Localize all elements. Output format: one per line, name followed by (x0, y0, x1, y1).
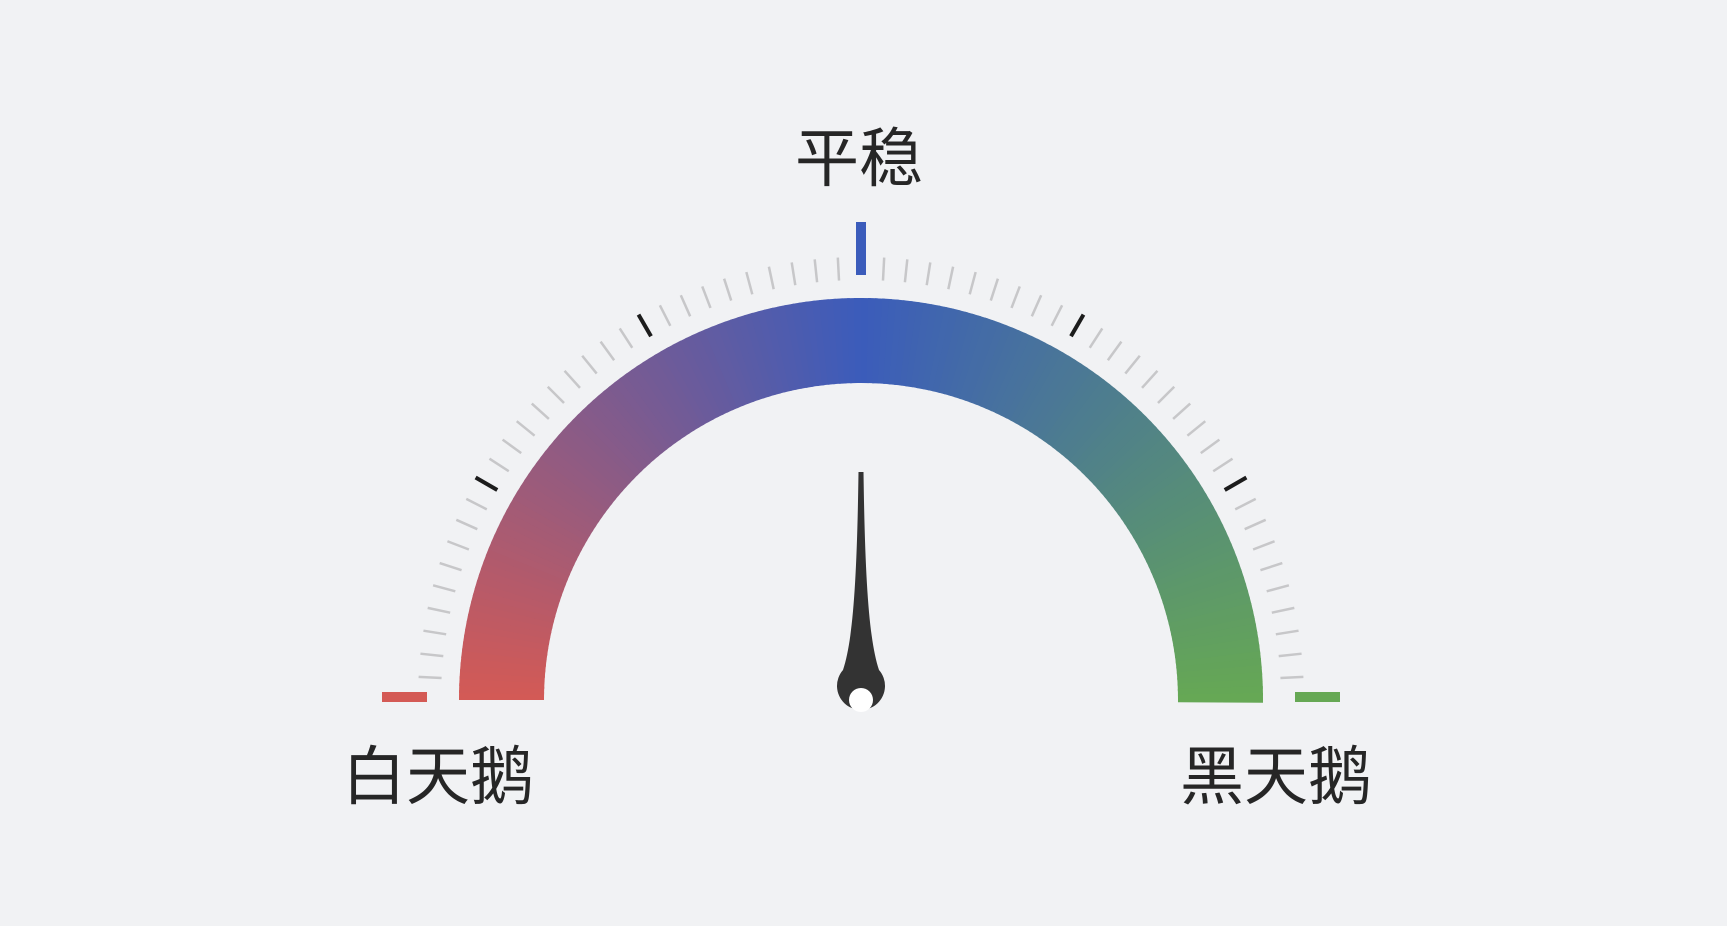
minor-tick (530, 402, 550, 420)
minor-tick (432, 584, 456, 593)
minor-tick (1200, 438, 1221, 455)
minor-tick (1252, 540, 1276, 551)
minor-tick (1234, 497, 1257, 511)
minor-tick (515, 420, 536, 437)
minor-tick (701, 285, 712, 309)
minor-tick (1280, 675, 1304, 680)
minor-tick (1010, 285, 1021, 309)
minor-tick (903, 259, 909, 283)
minor-tick (790, 262, 797, 286)
minor-tick (420, 652, 444, 658)
minor-tick (925, 262, 932, 286)
minor-tick (679, 294, 692, 317)
minor-tick (418, 675, 442, 680)
minor-tick (599, 340, 616, 361)
minor-tick (427, 606, 451, 614)
minor-tick (1186, 420, 1207, 437)
left-end-marker (382, 692, 427, 702)
minor-tick (446, 540, 470, 551)
minor-tick (488, 457, 510, 473)
minor-tick (546, 385, 565, 404)
minor-tick (836, 257, 841, 281)
minor-tick (1124, 354, 1141, 375)
minor-tick (1088, 327, 1104, 349)
major-tick (1223, 475, 1248, 492)
minor-tick (745, 271, 754, 295)
center-label: 平稳 (795, 123, 923, 197)
minor-tick (1266, 584, 1290, 593)
minor-tick (968, 271, 977, 295)
minor-tick (881, 257, 886, 281)
minor-tick (501, 438, 522, 455)
minor-tick (455, 518, 478, 531)
minor-tick (1212, 457, 1234, 473)
minor-tick (722, 278, 733, 301)
gauge-needle (836, 472, 885, 712)
minor-tick (767, 266, 775, 290)
minor-tick (1050, 304, 1064, 327)
minor-tick (1030, 294, 1043, 317)
major-tick (636, 313, 653, 338)
minor-tick (1106, 340, 1123, 361)
minor-tick (465, 497, 488, 511)
needle-hub (849, 688, 873, 712)
minor-tick (813, 259, 819, 283)
minor-tick (1141, 369, 1159, 389)
needle-body (836, 472, 885, 710)
right-label: 黑天鹅 (1180, 741, 1372, 815)
minor-tick (1244, 518, 1267, 531)
minor-tick (439, 561, 462, 572)
minor-tick (563, 369, 581, 389)
minor-tick (1278, 652, 1302, 658)
minor-tick (989, 278, 1000, 301)
minor-tick (618, 327, 634, 349)
minor-tick (1260, 561, 1283, 572)
sentiment-gauge: 平稳 白天鹅 黑天鹅 (0, 0, 1727, 926)
minor-tick (1172, 402, 1192, 420)
right-end-marker (1295, 692, 1340, 702)
minor-tick (423, 629, 447, 636)
minor-tick (581, 354, 598, 375)
major-tick (1069, 313, 1086, 338)
minor-tick (1271, 606, 1295, 614)
left-label: 白天鹅 (342, 741, 534, 815)
minor-tick (947, 266, 955, 290)
arc-segment (1177, 692, 1263, 703)
minor-tick (1275, 629, 1299, 636)
major-tick (474, 475, 499, 492)
minor-tick (658, 304, 672, 327)
minor-tick (1157, 385, 1176, 404)
